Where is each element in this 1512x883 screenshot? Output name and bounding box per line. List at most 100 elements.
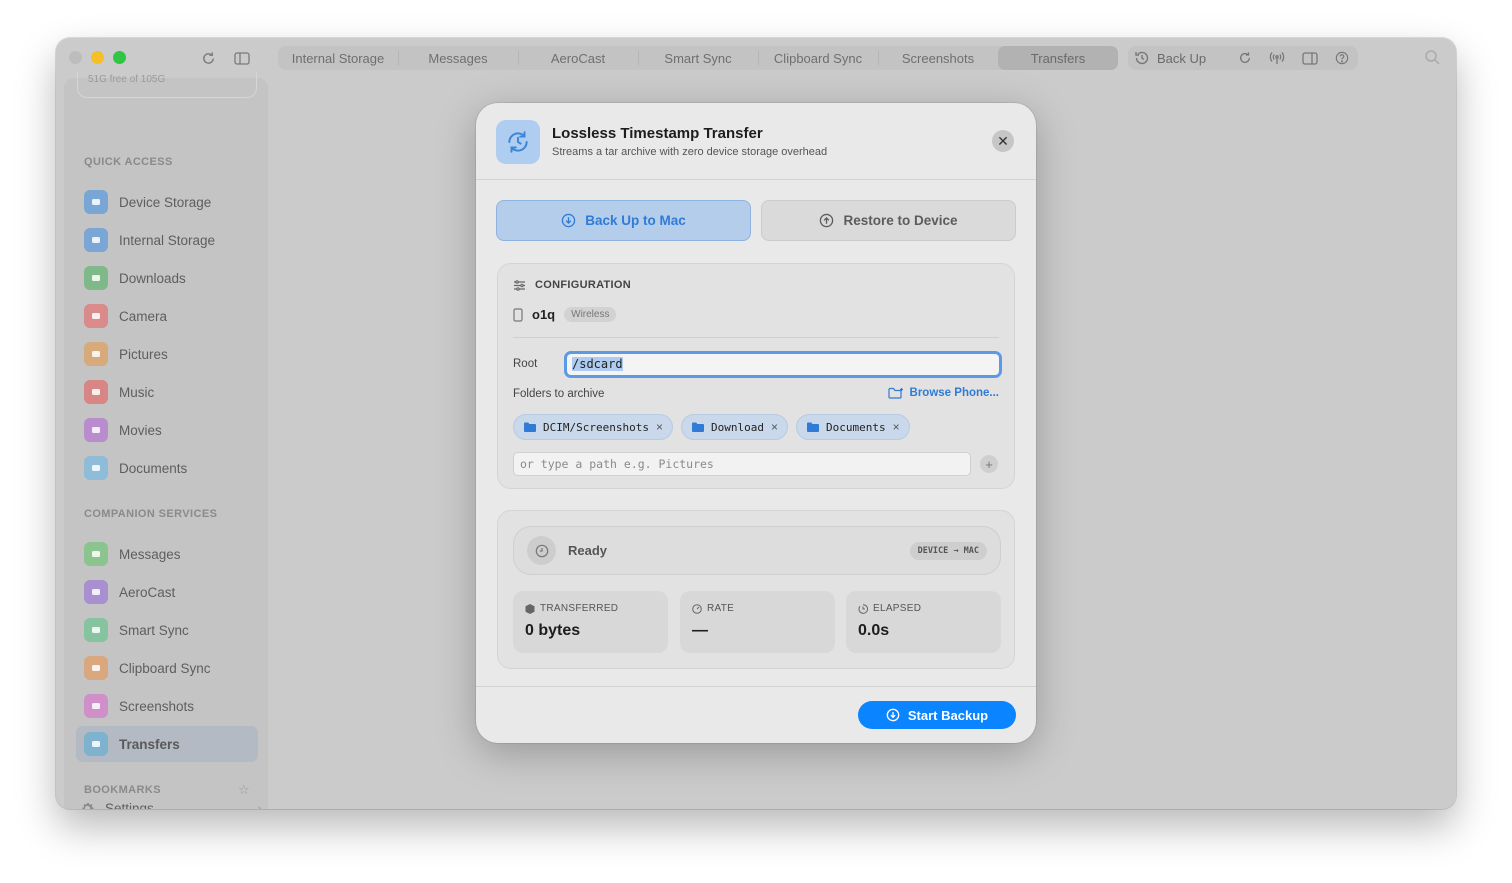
- sidebar-item-pictures[interactable]: Pictures: [76, 336, 258, 372]
- folder-chip[interactable]: Documents ×: [795, 414, 910, 440]
- direction-badge: DEVICE → MAC: [909, 541, 987, 560]
- display-icon: [84, 580, 108, 604]
- metric-label: TRANSFERRED: [540, 603, 619, 614]
- tab-clipboard-sync[interactable]: Clipboard Sync: [758, 46, 878, 70]
- zoom-window-button[interactable]: [113, 51, 126, 64]
- status-banner: Ready DEVICE → MAC: [513, 526, 1001, 575]
- sidebar-item-messages[interactable]: Messages: [76, 536, 258, 572]
- tab-screenshots[interactable]: Screenshots: [878, 46, 998, 70]
- sidebar-item-transfers[interactable]: Transfers: [76, 726, 258, 762]
- back-up-to-mac-button[interactable]: Back Up to Mac: [496, 200, 751, 241]
- quick-access-heading: QUICK ACCESS: [84, 156, 173, 168]
- screenshot-icon: [84, 694, 108, 718]
- close-icon[interactable]: ✕: [992, 130, 1014, 152]
- remove-icon[interactable]: ×: [771, 420, 778, 434]
- minimize-window-button[interactable]: [91, 51, 104, 64]
- sidebar-item-screenshots[interactable]: Screenshots: [76, 688, 258, 724]
- drive-icon: [84, 228, 108, 252]
- clock-icon: [527, 536, 556, 565]
- sidebar-item-internal-storage[interactable]: Internal Storage: [76, 222, 258, 258]
- folder-chip-label: DCIM/Screenshots: [543, 420, 649, 434]
- sidebar-item-downloads[interactable]: Downloads: [76, 260, 258, 296]
- folders-label: Folders to archive: [513, 388, 605, 400]
- sidebar-item-label: Screenshots: [119, 698, 195, 714]
- metric-label: ELAPSED: [873, 603, 922, 614]
- folder-chip-label: Documents: [825, 420, 886, 434]
- metric-value: 0.0s: [858, 622, 890, 639]
- refresh-icon[interactable]: [198, 48, 218, 68]
- close-window-button[interactable]: [69, 51, 82, 64]
- sidebar-item-aerocast[interactable]: AeroCast: [76, 574, 258, 610]
- configuration-heading: CONFIGURATION: [513, 279, 631, 291]
- add-path-icon[interactable]: +: [980, 455, 998, 473]
- folder-chip[interactable]: Download ×: [680, 414, 788, 440]
- sidebar-item-label: Device Storage: [119, 194, 212, 210]
- inspector-toggle-icon[interactable]: [1293, 51, 1325, 65]
- sidebar-item-smart-sync[interactable]: Smart Sync: [76, 612, 258, 648]
- metric-label: RATE: [707, 603, 735, 614]
- metric-rate: RATE —: [680, 591, 835, 653]
- browse-phone-label: Browse Phone...: [909, 387, 999, 399]
- settings-label: Settings: [105, 801, 154, 809]
- metric-elapsed: ELAPSED 0.0s: [846, 591, 1001, 653]
- settings-item[interactable]: Settings ›: [80, 801, 262, 809]
- start-backup-label: Start Backup: [907, 707, 989, 723]
- window-controls: [69, 51, 126, 64]
- sidebar-item-label: Documents: [119, 460, 188, 476]
- metric-value: 0 bytes: [525, 622, 581, 639]
- folder-chip[interactable]: DCIM/Screenshots ×: [513, 414, 673, 440]
- device-row: o1q Wireless: [513, 307, 617, 322]
- sliders-icon: [514, 279, 525, 291]
- gauge-icon: [692, 603, 702, 614]
- sidebar-item-label: Camera: [119, 308, 168, 324]
- divider: [513, 337, 999, 338]
- document-icon: [84, 456, 108, 480]
- back-up-button[interactable]: Back Up: [1128, 50, 1229, 66]
- box-icon: [525, 603, 535, 614]
- start-backup-button[interactable]: Start Backup: [858, 701, 1016, 729]
- wireless-icon[interactable]: [1261, 51, 1293, 65]
- folder-icon: [806, 422, 819, 432]
- sidebar-item-device-storage[interactable]: Device Storage: [76, 184, 258, 220]
- root-path-input[interactable]: /sdcard: [564, 351, 1002, 378]
- chevron-right-icon: ›: [257, 801, 263, 809]
- help-icon[interactable]: [1326, 51, 1358, 65]
- browse-phone-link[interactable]: Browse Phone...: [887, 387, 999, 399]
- history-icon: [1135, 51, 1149, 65]
- restore-to-device-button[interactable]: Restore to Device: [761, 200, 1016, 241]
- film-icon: [84, 418, 108, 442]
- star-icon[interactable]: ☆: [238, 782, 250, 798]
- folder-add-icon: [887, 387, 903, 399]
- tab-transfers[interactable]: Transfers: [998, 46, 1118, 70]
- tab-internal-storage[interactable]: Internal Storage: [278, 46, 398, 70]
- sidebar-item-label: Pictures: [119, 346, 168, 362]
- sidebar-item-clipboard-sync[interactable]: Clipboard Sync: [76, 650, 258, 686]
- storage-summary[interactable]: 51G free of 105G: [77, 72, 257, 98]
- arrow-down-circle-icon: [886, 708, 900, 722]
- sidebar-item-documents[interactable]: Documents: [76, 450, 258, 486]
- sidebar-item-label: Smart Sync: [119, 622, 189, 638]
- timestamp-transfer-icon: [496, 120, 540, 164]
- sync-icon[interactable]: [1229, 51, 1261, 65]
- search-icon[interactable]: [1424, 49, 1440, 70]
- path-input-placeholder: or type a path e.g. Pictures: [520, 457, 714, 471]
- sidebar-item-movies[interactable]: Movies: [76, 412, 258, 448]
- tab-aerocast[interactable]: AeroCast: [518, 46, 638, 70]
- remove-icon[interactable]: ×: [893, 420, 900, 434]
- sidebar-item-music[interactable]: Music: [76, 374, 258, 410]
- dialog-subtitle: Streams a tar archive with zero device s…: [552, 146, 828, 158]
- tab-messages[interactable]: Messages: [398, 46, 518, 70]
- drive-icon: [84, 190, 108, 214]
- download-icon: [84, 266, 108, 290]
- path-input[interactable]: or type a path e.g. Pictures: [513, 452, 971, 476]
- sidebar-item-camera[interactable]: Camera: [76, 298, 258, 334]
- sidebar-toggle-icon[interactable]: [232, 48, 252, 68]
- tab-bar: Internal Storage Messages AeroCast Smart…: [278, 46, 1118, 70]
- dialog-footer: Start Backup: [476, 686, 1036, 743]
- remove-icon[interactable]: ×: [656, 420, 663, 434]
- sidebar-item-label: Movies: [119, 422, 162, 438]
- tab-smart-sync[interactable]: Smart Sync: [638, 46, 758, 70]
- dialog-header: Lossless Timestamp Transfer Streams a ta…: [476, 103, 1036, 180]
- device-name: o1q: [532, 307, 556, 322]
- sidebar-item-label: AeroCast: [119, 584, 176, 600]
